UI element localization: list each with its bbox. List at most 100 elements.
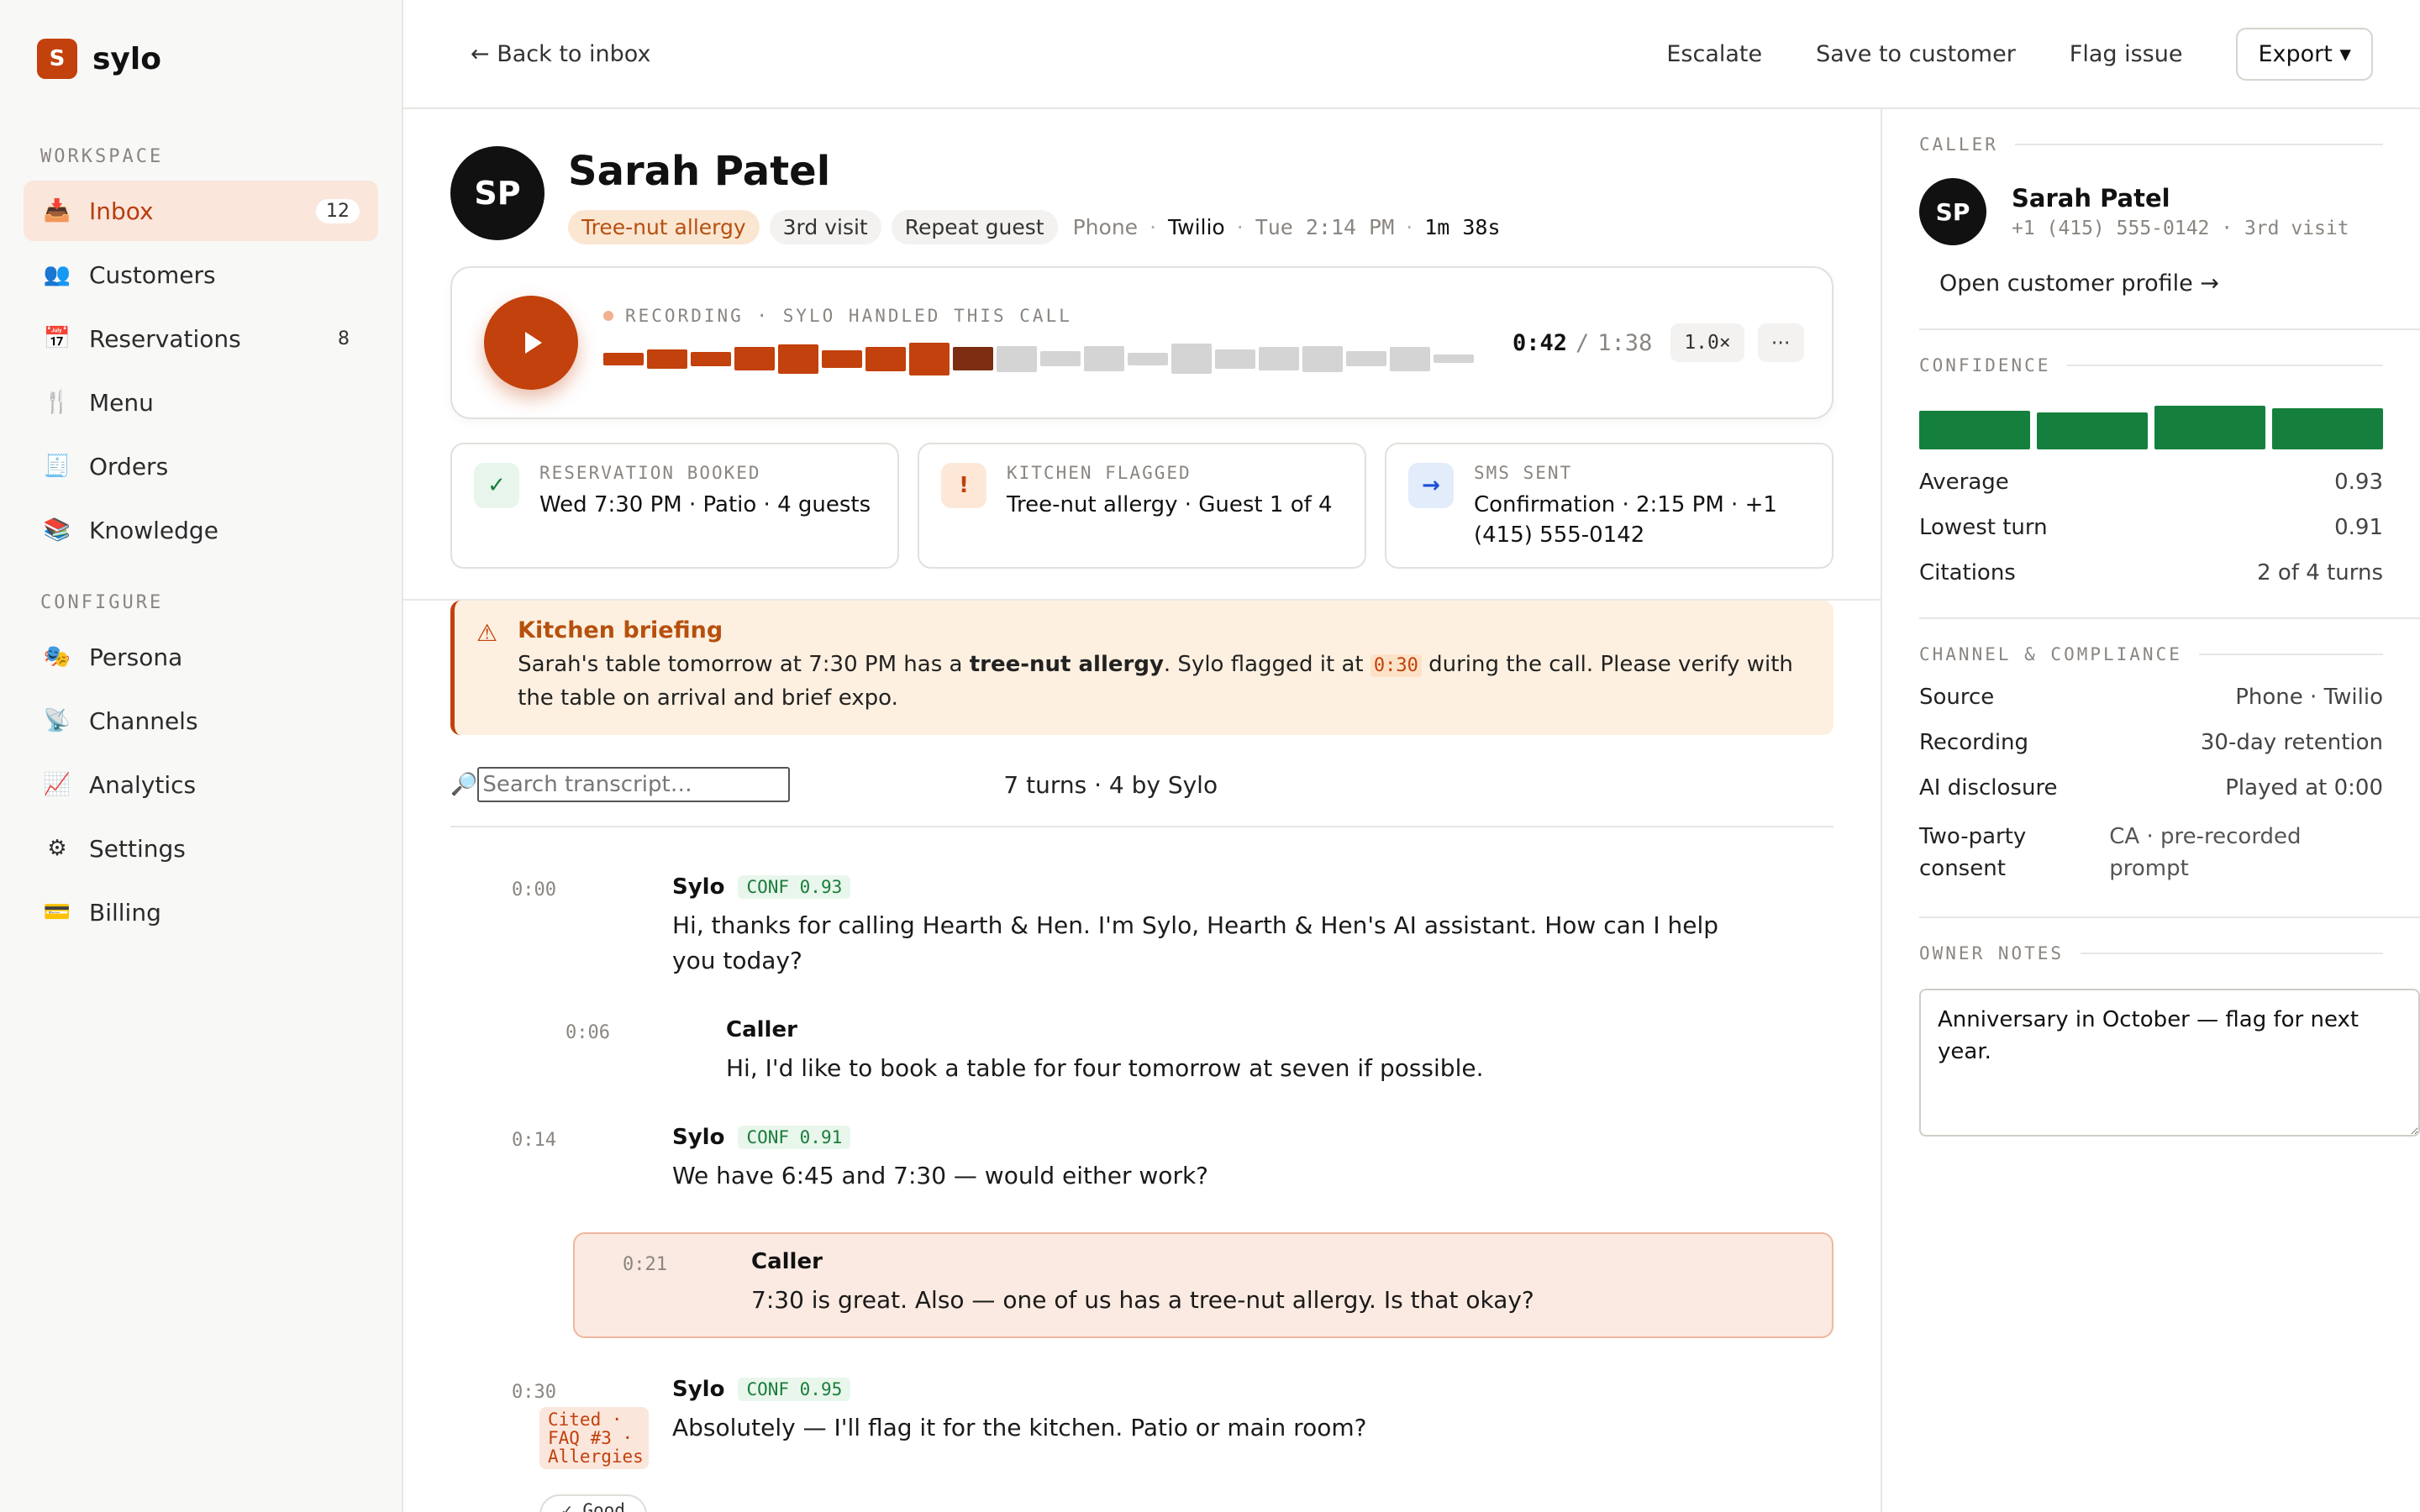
turn-text: We have 6:45 and 7:30 — would either wor… <box>672 1162 1209 1189</box>
more-options-button[interactable]: ⋯ <box>1757 323 1804 362</box>
waveform-bar <box>778 344 818 374</box>
sidebar-item-billing[interactable]: 💳 Billing <box>24 882 378 942</box>
nav-count-badge: 8 <box>338 328 350 349</box>
call-duration: 1m 38s <box>1424 215 1501 239</box>
compliance-section-title: CHANNEL & COMPLIANCE <box>1919 644 2182 664</box>
confidence-badge: CONF 0.93 <box>738 875 851 899</box>
turn-timestamp[interactable]: 0:00 <box>450 874 556 979</box>
turn-timestamp[interactable]: 0:14 <box>450 1125 556 1194</box>
citation-badge[interactable]: Cited · FAQ #3 · Allergies <box>539 1407 649 1469</box>
open-customer-profile-link[interactable]: Open customer profile → <box>1939 270 2383 297</box>
customers-icon: 👥 <box>43 262 71 287</box>
speaker-name: Caller <box>751 1249 823 1274</box>
briefing-timestamp[interactable]: 0:30 <box>1370 654 1422 677</box>
waveform-bar <box>1302 345 1343 372</box>
waveform-bar <box>734 347 775 370</box>
turn-body: Sylo CONF 0.93 Hi, thanks for calling Hear… <box>672 874 1765 979</box>
turn-timestamp[interactable]: 0:21 <box>575 1249 667 1318</box>
waveform-bar <box>1390 346 1430 371</box>
search-icon: 🔎 <box>450 772 478 797</box>
ai-disclosure-value: Played at 0:00 <box>2225 775 2383 801</box>
avatar: SP <box>450 146 544 240</box>
call-detail: SP Sarah Patel Tree-nut allergy 3rd visi… <box>403 109 1882 1512</box>
caller-card-info: Sarah Patel +1 (415) 555-0142 · 3rd visi… <box>2012 184 2349 239</box>
brand[interactable]: S sylo <box>24 0 378 118</box>
content-body: SP Sarah Patel Tree-nut allergy 3rd visi… <box>403 109 2420 1512</box>
sidebar-item-label: Settings <box>89 834 186 863</box>
turn-text: 7:30 is great. Also — one of us has a tr… <box>751 1286 1534 1314</box>
recording-label: RECORDING · SYLO HANDLED THIS CALL <box>603 306 1486 326</box>
playback-speed-button[interactable]: 1.0× <box>1670 323 1744 362</box>
warning-icon: ⚠ <box>476 619 498 647</box>
save-to-customer-button[interactable]: Save to customer <box>1816 41 2016 67</box>
confidence-bar <box>2272 408 2383 449</box>
average-value: 0.93 <box>2334 470 2383 495</box>
transcript-toolbar: 🔎 7 turns · 4 by Sylo <box>450 765 1833 804</box>
event-text: SMS SENT Confirmation · 2:15 PM · +1 (415… <box>1474 463 1810 549</box>
chart-icon: 📈 <box>43 772 71 797</box>
recording-player: RECORDING · SYLO HANDLED THIS CALL 0:42 … <box>450 266 1833 419</box>
waveform-bar <box>1128 352 1168 365</box>
briefing-text-part: Sarah's table tomorrow at 7:30 PM has a <box>518 652 970 677</box>
waveform-bar <box>953 347 993 370</box>
event-text: RESERVATION BOOKED Wed 7:30 PM · Patio · … <box>539 463 871 549</box>
search-input[interactable] <box>477 767 791 802</box>
waveform-bar <box>1434 354 1474 363</box>
sidebar-item-knowledge[interactable]: 📚 Knowledge <box>24 500 378 560</box>
compliance-section: CHANNEL & COMPLIANCE Source Phone · Twili… <box>1919 619 2420 918</box>
receipt-icon: 🧾 <box>43 454 71 479</box>
back-to-inbox-link[interactable]: ← Back to inbox <box>471 41 650 67</box>
waveform-bar <box>1259 347 1299 370</box>
event-label: RESERVATION BOOKED <box>539 463 761 483</box>
speaker-line: Sylo CONF 0.91 <box>672 1125 1765 1150</box>
sidebar-item-settings[interactable]: ⚙ Settings <box>24 818 378 879</box>
waveform-bar <box>647 349 687 369</box>
escalate-button[interactable]: Escalate <box>1666 41 1762 67</box>
sidebar-item-inbox[interactable]: 📥 Inbox 12 <box>24 181 378 241</box>
ai-disclosure-row: AI disclosure Played at 0:00 <box>1919 775 2383 801</box>
notes-section-title: OWNER NOTES <box>1919 943 2065 963</box>
caller-header: SP Sarah Patel Tree-nut allergy 3rd visi… <box>403 109 1881 244</box>
repeat-guest-tag: Repeat guest <box>891 210 1058 244</box>
waveform-bar <box>1040 351 1081 366</box>
consent-row: Two-party consent CA · pre-recorded promp… <box>1919 821 2383 885</box>
nav-section-workspace: WORKSPACE <box>40 146 164 167</box>
waveform[interactable] <box>603 338 1486 380</box>
calendar-icon: 📅 <box>43 326 71 351</box>
inbox-icon: 📥 <box>43 198 71 223</box>
meta-separator: · <box>1236 215 1244 239</box>
top-actions: Escalate Save to customer Flag issue Exp… <box>1666 27 2373 81</box>
recording-dot-icon <box>603 311 613 321</box>
sidebar-item-analytics[interactable]: 📈 Analytics <box>24 754 378 815</box>
owner-notes-field[interactable] <box>1919 989 2420 1137</box>
channel-text: Phone <box>1072 215 1139 239</box>
consent-label: Two-party consent <box>1919 824 2027 881</box>
sidebar-item-menu[interactable]: 🍴 Menu <box>24 372 378 433</box>
flag-issue-button[interactable]: Flag issue <box>2070 41 2183 67</box>
ai-disclosure-label: AI disclosure <box>1919 775 2058 801</box>
lowest-turn-row: Lowest turn 0.91 <box>1919 515 2383 540</box>
speaker-name: Sylo <box>672 1377 725 1402</box>
recording-label: Recording <box>1919 730 2029 755</box>
good-example-button[interactable]: ✓ Good example <box>539 1494 647 1512</box>
export-button[interactable]: Export ▾ <box>2236 27 2373 81</box>
speaker-line: Sylo CONF 0.95 <box>672 1377 1765 1402</box>
source-row: Source Phone · Twilio <box>1919 685 2383 710</box>
sidebar-item-channels[interactable]: 📡 Channels <box>24 690 378 751</box>
play-button[interactable] <box>484 296 578 390</box>
sidebar-item-reservations[interactable]: 📅 Reservations 8 <box>24 308 378 369</box>
recording-value: 30-day retention <box>2200 730 2383 755</box>
caller-name: Sarah Patel <box>2012 184 2170 213</box>
transcript: 0:00 Sylo CONF 0.93 Hi, thanks for calling … <box>403 827 1881 1512</box>
transcript-turn: 0:00 Sylo CONF 0.93 Hi, thanks for calling … <box>450 874 1833 979</box>
title-rule <box>2198 654 2383 655</box>
sidebar-item-orders[interactable]: 🧾 Orders <box>24 436 378 496</box>
arrow-right-icon: → <box>1408 463 1454 508</box>
sidebar-item-persona[interactable]: 🎭 Persona <box>24 627 378 687</box>
turn-timestamp[interactable]: 0:06 <box>450 1017 610 1086</box>
sidebar-item-label: Reservations <box>89 324 241 353</box>
turn-body: Sylo CONF 0.95 Absolutely — I'll flag it f… <box>672 1377 1765 1446</box>
current-time: 0:42 <box>1512 329 1568 356</box>
caller-section-title: CALLER <box>1919 134 1998 155</box>
sidebar-item-customers[interactable]: 👥 Customers <box>24 244 378 305</box>
